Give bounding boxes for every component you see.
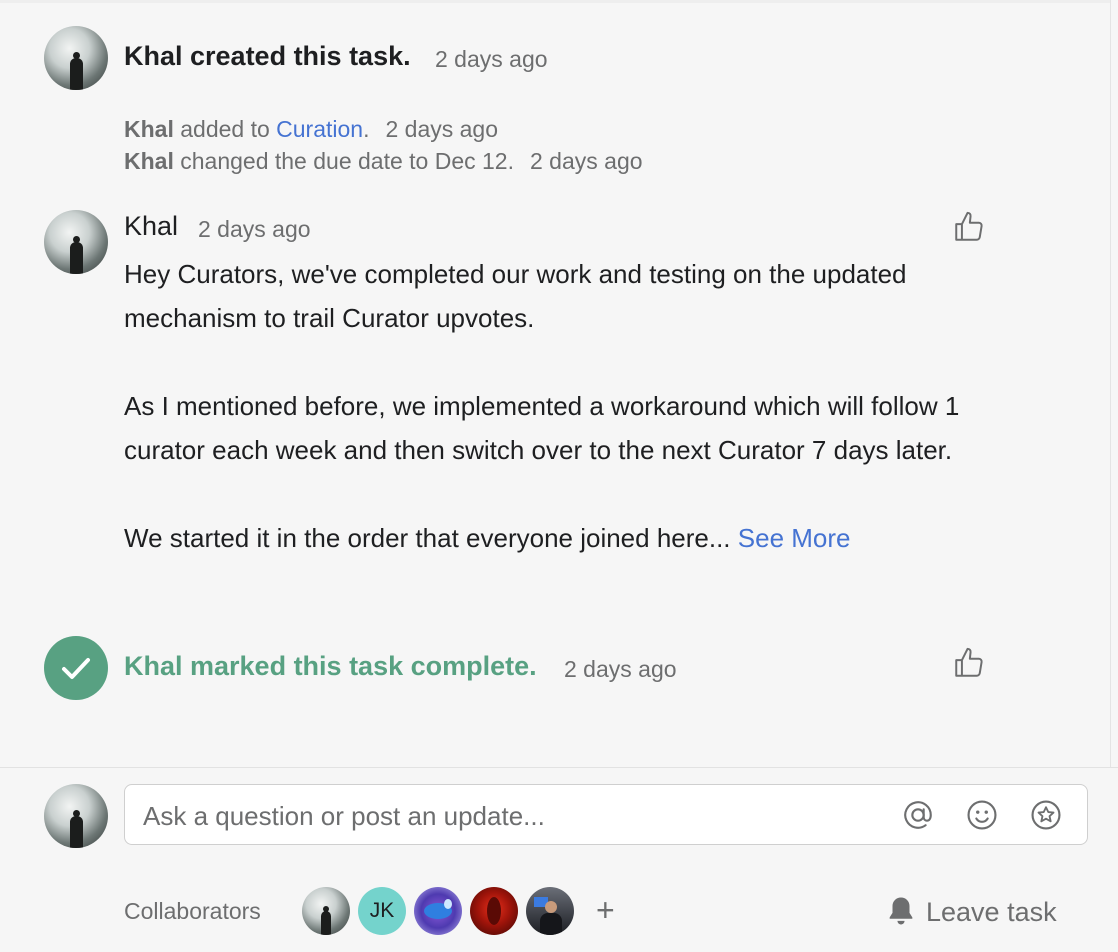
collaborator-avatar[interactable] <box>470 887 518 935</box>
collaborator-avatar[interactable] <box>526 887 574 935</box>
avatar[interactable] <box>44 784 108 848</box>
emoji-icon[interactable] <box>965 798 999 832</box>
activity-actor[interactable]: Khal <box>124 116 174 142</box>
comment-paragraph: We started it in the order that everyone… <box>124 516 1044 560</box>
comment-input[interactable] <box>141 795 865 837</box>
story-completed: Khal marked this task complete. <box>124 651 537 681</box>
mention-icon[interactable] <box>901 798 935 832</box>
comment-paragraph: Hey Curators, we've completed our work a… <box>124 259 907 333</box>
comment-time[interactable]: 2 days ago <box>198 216 311 243</box>
collaborator-avatar[interactable]: JK <box>358 887 406 935</box>
see-more-link[interactable]: See More <box>738 523 851 553</box>
comment-composer[interactable] <box>124 784 1088 845</box>
story-time[interactable]: 2 days ago <box>435 46 548 73</box>
activity-text: . <box>363 116 370 142</box>
collaborators-label: Collaborators <box>124 898 261 924</box>
add-collaborator-button[interactable]: + <box>596 892 615 928</box>
avatar[interactable] <box>44 26 108 90</box>
avatar[interactable] <box>44 210 108 274</box>
story-created: Khal created this task. <box>124 41 411 71</box>
like-icon[interactable] <box>952 210 986 244</box>
comment-body: Hey Curators, we've completed our work a… <box>124 252 1044 560</box>
activity-due-date: Khal changed the due date to Dec 12. 2 da… <box>124 148 643 175</box>
project-link[interactable]: Curation <box>276 116 363 142</box>
like-icon[interactable] <box>952 646 986 680</box>
activity-added-to-project: Khal added to Curation. 2 days ago <box>124 116 498 143</box>
story-time[interactable]: 2 days ago <box>564 656 677 683</box>
leave-task-label: Leave task <box>926 897 1057 927</box>
bell-icon <box>889 897 913 925</box>
top-border <box>0 0 1118 3</box>
activity-time[interactable]: 2 days ago <box>530 148 643 174</box>
scrollbar-track[interactable] <box>1110 0 1118 768</box>
activity-actor[interactable]: Khal <box>124 148 174 174</box>
comment-text: We started it in the order that everyone… <box>124 523 731 553</box>
collaborator-avatar[interactable] <box>302 887 350 935</box>
activity-text: added to <box>173 116 277 142</box>
comment-author[interactable]: Khal <box>124 211 178 242</box>
appreciation-star-icon[interactable] <box>1029 798 1063 832</box>
collaborator-avatar[interactable] <box>414 887 462 935</box>
activity-text: changed the due date to Dec 12. <box>173 148 514 174</box>
comment-paragraph: As I mentioned before, we implemented a … <box>124 391 960 465</box>
check-icon <box>44 636 108 700</box>
activity-time[interactable]: 2 days ago <box>385 116 498 142</box>
